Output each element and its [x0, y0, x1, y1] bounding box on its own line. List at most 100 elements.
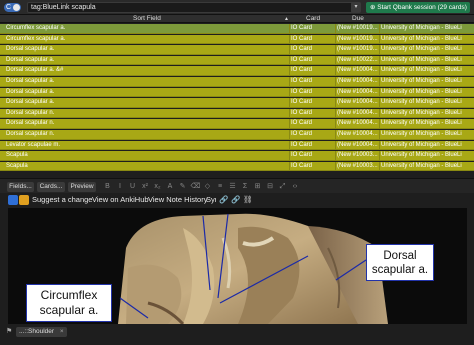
table-row[interactable]: Scapula IO Card (New #10003... University o… — [0, 151, 474, 161]
cell-sort-field: Circumflex scapular a. — [6, 25, 66, 31]
header-sort-field[interactable]: Sort Field — [133, 15, 161, 23]
format-button-icon[interactable]: ‹› — [291, 182, 300, 192]
table-row[interactable]: Dorsal scapular a. IO Card (New #10004... U… — [0, 98, 474, 108]
cell-card: IO Card — [291, 46, 313, 53]
cell-due: (New #10019... — [337, 35, 378, 42]
table-row[interactable]: Dorsal scapular n. IO Card (New #10004... U… — [0, 130, 474, 140]
header-card[interactable]: Card — [306, 15, 320, 23]
tag-label: ...::Shoulder — [19, 328, 55, 335]
cell-deck: University of Michigan - BlueLi — [381, 88, 462, 95]
cell-sort-field: Dorsal scapular n. — [6, 120, 55, 127]
cell-due: (New #10019... — [337, 25, 378, 31]
table-row[interactable]: Levator scapulae m. IO Card (New #10004...… — [0, 140, 474, 151]
ankihub-badge-icon[interactable] — [19, 195, 29, 205]
cell-sort-field: Dorsal scapular n. — [6, 131, 55, 137]
column-separator — [379, 34, 380, 44]
cell-sort-field: Dorsal scapular a. — [6, 78, 55, 84]
format-button-icon[interactable]: ⊟ — [266, 182, 275, 192]
link-icon[interactable]: 🔗 — [219, 195, 228, 205]
qbank-label: Start Qbank session (29 cards) — [377, 4, 467, 11]
unlink-icon[interactable]: ⛓ — [243, 195, 253, 205]
card-table: Sort Field ▲ Card Due Circumflex scapula… — [0, 15, 474, 176]
cell-card: IO Card — [291, 78, 313, 84]
anatomy-image: Dorsal scapular a. Circumflex scapular a… — [8, 208, 467, 324]
table-row[interactable]: Circumflex scapular a. IO Card (New #10019… — [0, 34, 474, 45]
table-row[interactable]: Circumflex scapular a. IO Card (New #10019… — [0, 24, 474, 34]
format-button-icon[interactable]: ☰ — [228, 182, 237, 192]
cell-due: (New #10004... — [337, 67, 378, 74]
cell-due: (New #10004... — [337, 131, 378, 137]
format-button-icon[interactable]: ⊞ — [253, 182, 262, 192]
column-separator — [379, 98, 380, 107]
column-separator — [335, 66, 336, 75]
format-button-icon[interactable]: B — [103, 182, 112, 192]
column-separator — [379, 130, 380, 139]
format-button-icon[interactable]: ◇ — [203, 182, 212, 192]
table-row[interactable]: Dorsal scapular a. IO Card (New #10022... U… — [0, 55, 474, 66]
cell-card: IO Card — [291, 162, 313, 169]
cell-deck: University of Michigan - BlueLi — [381, 99, 462, 106]
table-row[interactable]: Dorsal scapular n. IO Card (New #10004... U… — [0, 119, 474, 129]
format-button-icon[interactable]: ≡ — [216, 182, 225, 192]
format-button-icon[interactable]: ⌫ — [191, 182, 201, 192]
ankihub-bar: Suggest a change View on AnkiHub View No… — [0, 193, 474, 207]
cell-card: IO Card — [291, 99, 313, 106]
table-row[interactable]: Scapula IO Card (New #10003... University o… — [0, 161, 474, 172]
fields-button[interactable]: Fields... — [7, 182, 34, 192]
remove-tag-icon[interactable]: × — [60, 328, 64, 335]
cards-button[interactable]: Cards... — [37, 182, 65, 192]
format-button-icon[interactable]: ✎ — [178, 182, 187, 192]
preview-button[interactable]: Preview — [68, 182, 96, 192]
cell-deck: University of Michigan - BlueLi — [381, 25, 462, 31]
cell-due: (New #10004... — [337, 109, 378, 116]
column-separator — [379, 77, 380, 86]
cell-due: (New #10019... — [337, 46, 378, 53]
column-separator — [335, 87, 336, 97]
format-button-icon[interactable]: U — [128, 182, 137, 192]
tag-chip[interactable]: ...::Shoulder × — [16, 327, 67, 337]
sync-link[interactable]: Syr — [206, 195, 216, 205]
ankihub-logo-icon[interactable] — [8, 195, 18, 205]
search-history-dropdown[interactable]: ▾ — [351, 2, 361, 13]
cell-card: IO Card — [291, 131, 313, 137]
format-button-icon[interactable]: x₂ — [153, 182, 162, 192]
cell-deck: University of Michigan - BlueLi — [381, 46, 462, 53]
column-separator — [379, 87, 380, 97]
table-row[interactable]: Dorsal scapular n. IO Card (New #10004... U… — [0, 108, 474, 119]
format-button-icon[interactable]: Σ — [241, 182, 250, 192]
view-on-ankihub-link[interactable]: View on AnkiHub — [92, 195, 149, 205]
table-row[interactable]: Dorsal scapular a. &# IO Card (New #10004.… — [0, 66, 474, 76]
column-separator — [289, 130, 290, 139]
column-separator — [335, 34, 336, 44]
format-button-icon[interactable]: A — [166, 182, 175, 192]
cell-due: (New #10004... — [337, 88, 378, 95]
start-qbank-button[interactable]: ⊕ Start Qbank session (29 cards) — [366, 2, 470, 13]
table-row[interactable]: Dorsal scapular a. IO Card (New #10019... U… — [0, 45, 474, 55]
cell-sort-field: Dorsal scapular a. — [6, 46, 55, 53]
table-row[interactable]: Dorsal scapular a. IO Card (New #10004... U… — [0, 87, 474, 98]
sort-arrow-icon: ▲ — [284, 16, 289, 22]
column-separator — [289, 98, 290, 107]
top-bar: C tag:BlueLink scapula ▾ ⊕ Start Qbank s… — [0, 0, 474, 15]
search-input[interactable]: tag:BlueLink scapula — [27, 2, 357, 13]
cell-sort-field: Levator scapulae m. — [6, 141, 61, 148]
column-separator — [289, 34, 290, 44]
table-row[interactable]: Dorsal scapular a. IO Card (New #10004... U… — [0, 77, 474, 87]
mode-letter: C — [6, 4, 12, 11]
header-due[interactable]: Due — [352, 15, 364, 23]
cell-due: (New #10004... — [337, 99, 378, 106]
cell-card: IO Card — [291, 67, 313, 74]
column-separator — [379, 119, 380, 128]
suggest-change-link[interactable]: Suggest a change — [32, 195, 92, 205]
format-button-icon[interactable]: I — [116, 182, 125, 192]
view-note-history-link[interactable]: View Note History — [148, 195, 207, 205]
format-button-icon[interactable]: ⤢ — [278, 182, 287, 192]
column-separator — [289, 140, 290, 150]
copy-link-icon[interactable]: 🔗 — [231, 195, 240, 205]
cell-deck: University of Michigan - BlueLi — [381, 35, 462, 42]
cell-due: (New #10003... — [337, 152, 378, 159]
dorsal-scapular-label: Dorsal scapular a. — [366, 244, 434, 281]
format-button-icon[interactable]: x² — [141, 182, 150, 192]
toggle-knob — [13, 4, 20, 11]
mode-toggle[interactable]: C — [4, 3, 21, 12]
